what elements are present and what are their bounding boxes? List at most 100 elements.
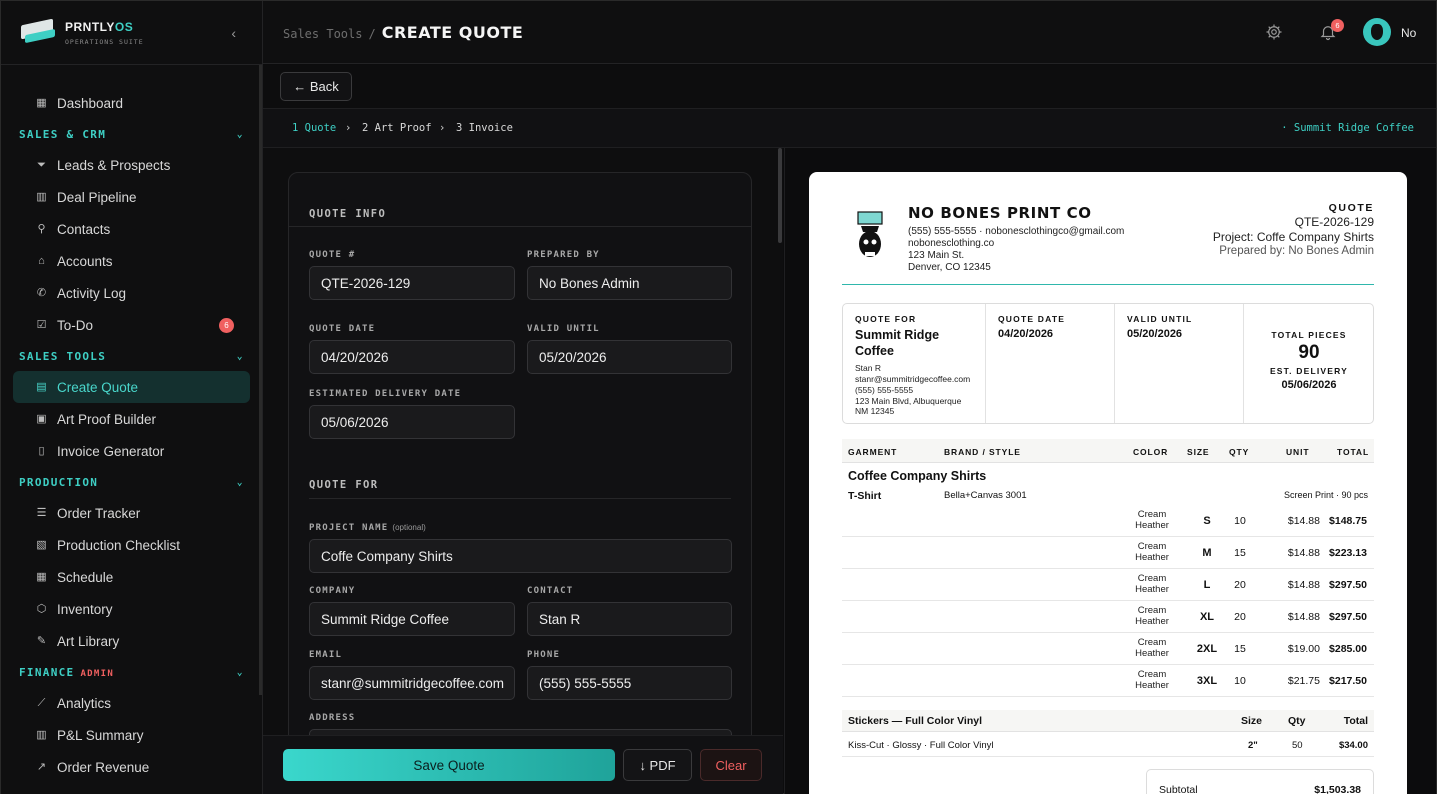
valid-until-field[interactable]: 05/20/2026 (527, 340, 732, 374)
quote-number-field[interactable]: QTE-2026-129 (309, 266, 515, 300)
prepared-by-field[interactable]: No Bones Admin (527, 266, 732, 300)
skull-logo-icon (857, 211, 883, 257)
subtotal-box: Subtotal $1,503.38 (1146, 769, 1374, 794)
gear-icon[interactable] (1265, 23, 1283, 41)
quote-doc-project: Project: Coffe Company Shirts (1212, 230, 1374, 244)
trend-icon: ↗ (36, 760, 47, 773)
prepared-by-label: PREPARED BY (527, 250, 600, 260)
sidebar: PRNTLYOS OPERATIONS SUITE ‹ ▦ Dashboard S… (1, 1, 263, 794)
client-name: Summit Ridge Coffee (855, 328, 940, 358)
section-finance[interactable]: FINANCE ADMIN ⌄ (1, 657, 262, 687)
sidebar-item-invoice[interactable]: ▯ Invoice Generator (1, 435, 262, 467)
delivery-date-label: ESTIMATED DELIVERY DATE (309, 389, 462, 399)
brand-name: PRNTLYOS (65, 19, 134, 34)
project-name-label: PROJECT NAME (optional) (309, 523, 426, 533)
line-group-title: Coffee Company Shirts (848, 469, 987, 483)
sidebar-item-activity[interactable]: ✆ Activity Log (1, 277, 262, 309)
sidebar-item-order-tracker[interactable]: ☰ Order Tracker (1, 497, 262, 529)
quote-info-box: QUOTE FOR Summit Ridge Coffee Stan R sta… (842, 303, 1374, 424)
sidebar-item-todo[interactable]: ☑ To-Do 6 (1, 309, 262, 341)
breadcrumb-parent[interactable]: Sales Tools (283, 27, 362, 41)
table-row: Cream Heather L 20 $14.88 $297.50 (842, 569, 1374, 601)
skull-logo-icon (1371, 24, 1383, 40)
pdf-button[interactable]: ↓ PDF (623, 749, 692, 781)
company-field[interactable]: Summit Ridge Coffee (309, 602, 515, 636)
sidebar-item-dashboard[interactable]: ▦ Dashboard (1, 87, 262, 119)
sidebar-item-leads[interactable]: ⏷ Leads & Prospects (1, 149, 262, 181)
garment-type: T-Shirt (848, 490, 882, 502)
table-row: Cream Heather XL 20 $14.88 $297.50 (842, 601, 1374, 633)
sidebar-item-pipeline[interactable]: ▥ Deal Pipeline (1, 181, 262, 213)
sidebar-scrollbar[interactable] (259, 65, 262, 695)
chevron-down-icon: ⌄ (236, 476, 244, 488)
step-invoice[interactable]: 3 Invoice (456, 122, 513, 134)
divider (289, 226, 751, 227)
quote-number-label: QUOTE # (309, 250, 356, 260)
user-icon: ⚲ (37, 222, 46, 235)
company-name: NO BONES PRINT CO (908, 204, 1092, 222)
company-website: nobonesclothing.co (908, 238, 995, 249)
quote-doc-number: QTE-2026-129 (1294, 215, 1374, 229)
totals-column: TOTAL PIECES 90 EST. DELIVERY 05/06/2026 (1244, 304, 1374, 423)
form-scrollbar[interactable] (778, 148, 782, 243)
sidebar-item-production-checklist[interactable]: ▧ Production Checklist (1, 529, 262, 561)
section-sales-crm[interactable]: SALES & CRM ⌄ (1, 119, 262, 149)
sidebar-item-inventory[interactable]: ⬡ Inventory (1, 593, 262, 625)
valid-until-column: VALID UNTIL 05/20/2026 (1115, 304, 1244, 423)
sidebar-item-analytics[interactable]: ⟋ Analytics (1, 687, 262, 719)
table-row: Cream Heather 2XL 15 $19.00 $285.00 (842, 633, 1374, 665)
section-production[interactable]: PRODUCTION ⌄ (1, 467, 262, 497)
grid-icon: ▦ (36, 96, 47, 109)
page-title: CREATE QUOTE (381, 23, 524, 42)
project-name-field[interactable]: Coffe Company Shirts (309, 539, 732, 573)
sidebar-item-art-proof[interactable]: ▣ Art Proof Builder (1, 403, 262, 435)
quote-date-column: QUOTE DATE 04/20/2026 (986, 304, 1115, 423)
user-name[interactable]: No (1401, 26, 1416, 40)
delivery-date-field[interactable]: 05/06/2026 (309, 405, 515, 439)
line-chart-icon: ⟋ (37, 696, 46, 709)
sidebar-item-create-quote[interactable]: ▤ Create Quote (13, 371, 250, 403)
sidebar-item-order-revenue[interactable]: ↗ Order Revenue (1, 751, 262, 783)
quote-doc-prepared: Prepared by: No Bones Admin (1219, 245, 1374, 257)
email-field[interactable]: stanr@summitridgecoffee.com (309, 666, 515, 700)
back-button[interactable]: ← Back (280, 72, 352, 101)
step-quote[interactable]: 1 Quote (292, 122, 336, 134)
avatar[interactable] (1363, 18, 1391, 46)
valid-until-label: VALID UNTIL (527, 324, 600, 334)
save-quote-button[interactable]: Save Quote (283, 749, 615, 781)
phone-field[interactable]: (555) 555-5555 (527, 666, 732, 700)
email-label: EMAIL (309, 650, 343, 660)
chevron-down-icon: ⌄ (236, 666, 244, 678)
company-city: Denver, CO 12345 (908, 262, 991, 273)
sidebar-item-pl-summary[interactable]: ▥ P&L Summary (1, 719, 262, 751)
clear-button[interactable]: Clear (700, 749, 762, 781)
total-pieces: 90 (1298, 342, 1320, 363)
contact-field[interactable]: Stan R (527, 602, 732, 636)
step-art-proof[interactable]: 2 Art Proof (362, 122, 432, 134)
quote-preview-panel: NO BONES PRINT CO (555) 555-5555 · nobon… (784, 148, 1436, 794)
sidebar-item-schedule[interactable]: ▦ Schedule (1, 561, 262, 593)
quote-date-field[interactable]: 04/20/2026 (309, 340, 515, 374)
pen-icon: ✎ (36, 634, 47, 647)
filter-icon: ⏷ (37, 158, 46, 171)
calendar-icon: ▦ (36, 570, 47, 583)
breadcrumb: Sales Tools / CREATE QUOTE (283, 23, 524, 42)
collapse-sidebar-icon[interactable]: ‹ (231, 25, 236, 41)
brand-subtitle: OPERATIONS SUITE (65, 37, 144, 46)
sidebar-item-contacts[interactable]: ⚲ Contacts (1, 213, 262, 245)
sidebar-item-art-library[interactable]: ✎ Art Library (1, 625, 262, 657)
image-icon: ▣ (36, 412, 47, 425)
step-separator-icon: › (345, 122, 352, 134)
receipt-icon: ▯ (38, 444, 45, 457)
checkbox-icon: ☑ (36, 318, 47, 331)
chevron-down-icon: ⌄ (236, 128, 244, 140)
sidebar-item-accounts[interactable]: ⌂ Accounts (1, 245, 262, 277)
home-icon: ⌂ (38, 254, 45, 267)
table-row: Cream Heather M 15 $14.88 $223.13 (842, 537, 1374, 569)
chevron-down-icon: ⌄ (236, 350, 244, 362)
company-label: COMPANY (309, 586, 356, 596)
app-window: PRNTLYOS OPERATIONS SUITE ‹ ▦ Dashboard S… (0, 0, 1437, 794)
section-sales-tools[interactable]: SALES TOOLS ⌄ (1, 341, 262, 371)
company-street: 123 Main St. (908, 250, 965, 261)
table-row: Cream Heather 3XL 10 $21.75 $217.50 (842, 665, 1374, 697)
